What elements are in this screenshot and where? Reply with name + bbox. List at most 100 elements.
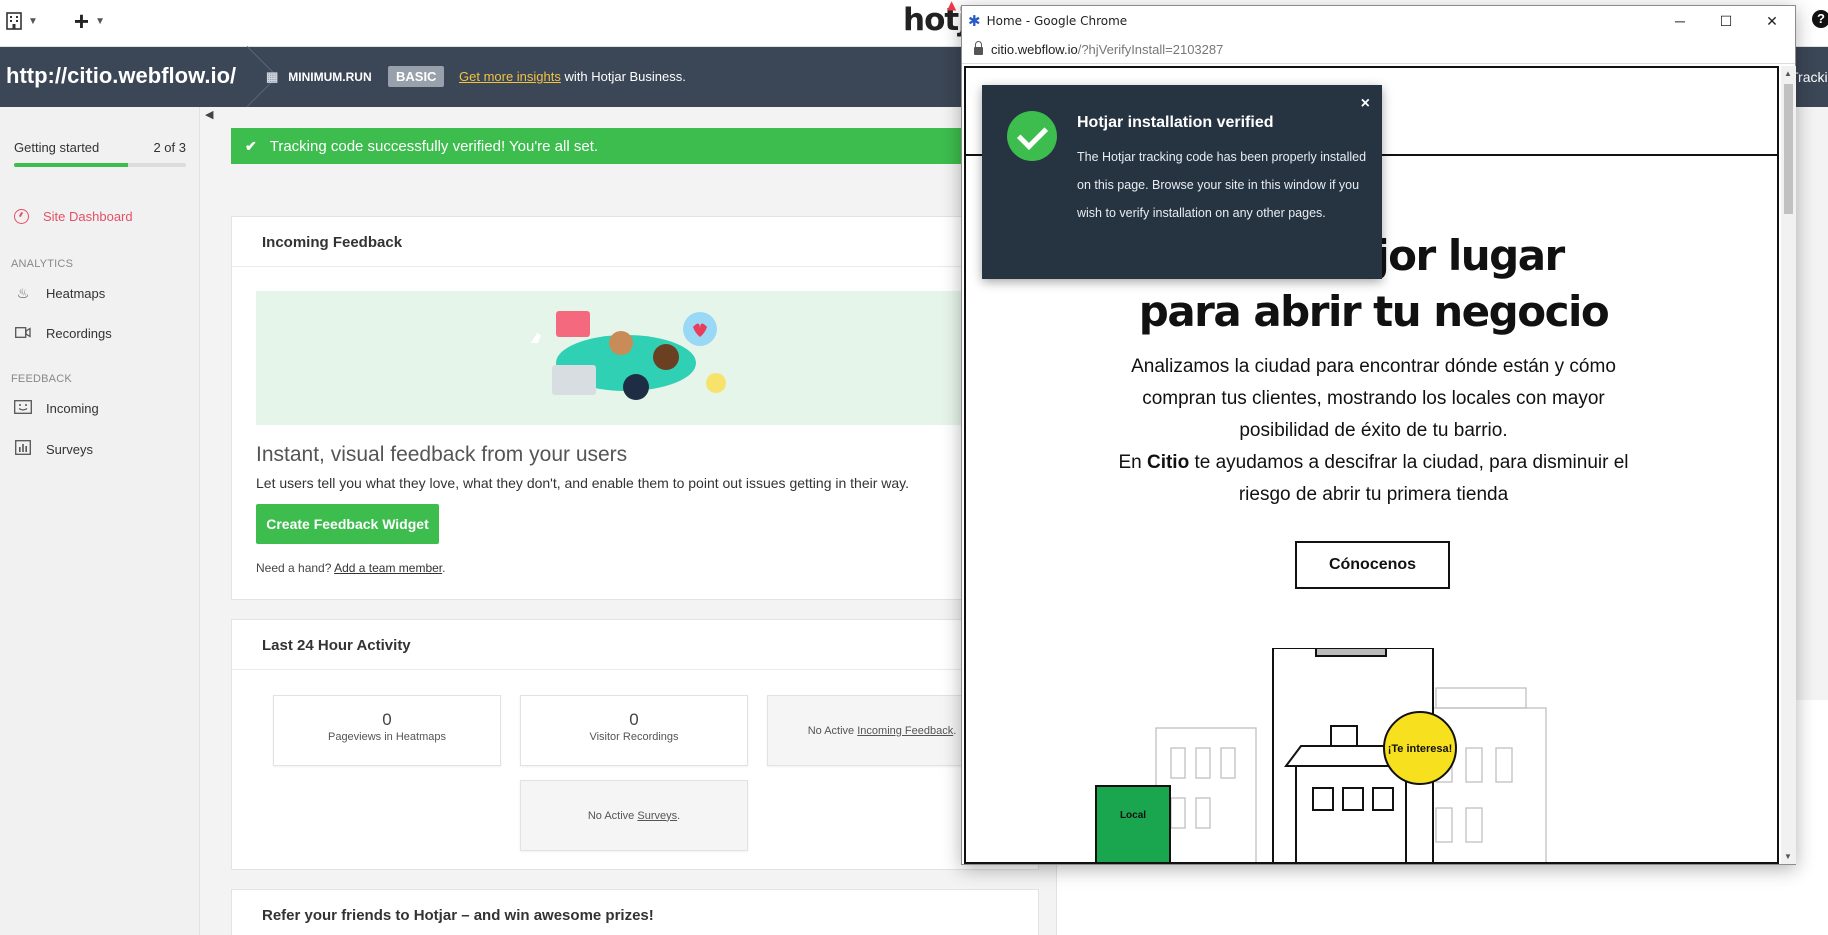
incoming-feedback-card: Incoming Feedback Instant, visual feedba… xyxy=(231,216,1039,600)
card-title: Last 24 Hour Activity xyxy=(232,620,1038,670)
plan-badge: BASIC xyxy=(388,66,445,87)
stat-prefix: No Active xyxy=(807,724,858,737)
page-scrollbar[interactable]: ▲ ▼ xyxy=(1781,66,1796,864)
close-icon[interactable]: × xyxy=(1361,95,1370,113)
sidebar-collapse-toggle[interactable]: ◀ xyxy=(205,108,213,121)
local-sign: Local xyxy=(1095,785,1171,862)
lock-icon xyxy=(974,41,983,55)
p2-prefix: En xyxy=(1118,452,1147,473)
stat-suffix: . xyxy=(953,724,957,737)
feedback-description: Let users tell you what they love, what … xyxy=(256,475,910,491)
scroll-thumb[interactable] xyxy=(1784,84,1793,214)
stat-prefix: No Active xyxy=(587,809,638,822)
p2-rest: te ayudamos a descifrar la ciudad, para … xyxy=(1189,452,1629,505)
building-icon: ▦ xyxy=(266,69,279,84)
recordings-stat[interactable]: 0 Visitor Recordings xyxy=(520,695,748,766)
org-name-label: MINIMUM.RUN xyxy=(288,70,372,84)
activity-card: Last 24 Hour Activity 0 Pageviews in Hea… xyxy=(231,619,1039,870)
address-bar[interactable]: citio.webflow.io/?hjVerifyInstall=210328… xyxy=(962,36,1795,64)
address-url: citio.webflow.io/?hjVerifyInstall=210328… xyxy=(991,42,1223,57)
sidebar-item-label: Surveys xyxy=(46,441,93,457)
add-team-member-link[interactable]: Add a team member xyxy=(334,561,442,575)
sidebar-item-incoming[interactable]: Incoming xyxy=(14,400,99,417)
help-line: Need a hand? Add a team member. xyxy=(256,561,445,575)
window-title: Home - Google Chrome xyxy=(986,14,1128,28)
hero-title-line2: para abrir tu negocio xyxy=(1138,287,1610,336)
toast-body: The Hotjar tracking code has been proper… xyxy=(1077,150,1367,220)
refer-card: Refer your friends to Hotjar – and win a… xyxy=(231,889,1039,935)
scroll-down-icon[interactable]: ▼ xyxy=(1784,852,1792,861)
hero-paragraph-1: Analizamos la ciudad para encontrar dónd… xyxy=(1131,356,1616,441)
maximize-button[interactable]: ☐ xyxy=(1703,6,1749,36)
stat-value: 0 xyxy=(382,710,392,729)
minimize-button[interactable]: ─ xyxy=(1657,6,1703,36)
card-title: Incoming Feedback xyxy=(232,217,1038,267)
incoming-feedback-icon xyxy=(14,400,32,417)
feedback-headline: Instant, visual feedback from your users xyxy=(256,443,628,466)
bar-chart-icon xyxy=(14,440,32,458)
top-left-tools: ▼ + ▼ xyxy=(6,8,105,34)
te-interesa-badge-label: ¡Te interesa! xyxy=(1388,743,1453,755)
upsell-text: Get more insights with Hotjar Business. xyxy=(459,69,686,84)
site-url[interactable]: http://citio.webflow.io/ xyxy=(6,63,236,89)
scroll-up-icon[interactable]: ▲ xyxy=(1784,69,1792,78)
close-button[interactable]: ✕ xyxy=(1749,6,1795,36)
chevron-down-icon: ▼ xyxy=(28,15,38,27)
card-title: Refer your friends to Hotjar – and win a… xyxy=(262,907,654,924)
org-switcher[interactable]: ▼ xyxy=(6,12,38,30)
upsell-suffix: with Hotjar Business. xyxy=(560,69,686,84)
help-button[interactable]: ? xyxy=(1812,10,1828,28)
sidebar-item-site-dashboard[interactable]: Site Dashboard xyxy=(14,209,133,224)
surveys-link[interactable]: Surveys xyxy=(637,810,677,822)
chevron-down-icon: ▼ xyxy=(95,15,105,27)
surveys-stat: No Active Surveys. xyxy=(520,780,748,851)
brand-name: Citio xyxy=(1146,452,1190,473)
flame-icon: ▲ xyxy=(947,0,956,12)
sidebar-item-label: Incoming xyxy=(46,401,99,416)
help-suffix: . xyxy=(442,561,446,575)
success-alert: ✔ Tracking code successfully verified! Y… xyxy=(231,128,1031,164)
video-camera-icon xyxy=(14,325,32,341)
address-path: /?hjVerifyInstall=2103287 xyxy=(1077,42,1224,57)
installation-verified-toast: Hotjar installation verified The Hotjar … xyxy=(982,85,1382,279)
sidebar-item-heatmaps[interactable]: ♨ Heatmaps xyxy=(14,285,106,302)
getting-started-count: 2 of 3 xyxy=(153,140,186,155)
progress-fill xyxy=(14,163,128,167)
building-icon xyxy=(6,12,22,30)
heatmap-icon: ♨ xyxy=(16,285,30,301)
local-sign-label: Local xyxy=(1120,810,1146,821)
sidebar-item-surveys[interactable]: Surveys xyxy=(14,440,93,458)
window-controls: ─ ☐ ✕ xyxy=(1657,6,1795,36)
stat-message: No Active Surveys. xyxy=(588,810,680,822)
dashboard-icon xyxy=(14,209,29,224)
alert-text: Tracking code successfully verified! You… xyxy=(269,137,599,155)
sidebar-item-label: Recordings xyxy=(46,325,112,341)
add-menu[interactable]: + ▼ xyxy=(74,8,105,34)
hero-paragraph-2: En Citio te ayudamos a descifrar la ciud… xyxy=(966,447,1777,511)
sidebar-item-recordings[interactable]: Recordings xyxy=(14,325,112,341)
breadcrumb-separator xyxy=(236,47,258,107)
stat-label: Pageviews in Heatmaps xyxy=(327,731,446,743)
city-illustration: ¡Te interesa! Local xyxy=(1095,648,1547,862)
sidebar: Getting started 2 of 3 Site Dashboard AN… xyxy=(0,107,200,935)
get-more-insights-link[interactable]: Get more insights xyxy=(459,69,561,84)
stat-message: No Active Incoming Feedback. xyxy=(808,725,957,737)
org-name[interactable]: ▦ MINIMUM.RUN xyxy=(266,69,372,85)
feedback-illustration-art xyxy=(531,311,726,400)
hotjar-favicon-icon: ✱ xyxy=(968,12,981,30)
stat-suffix: . xyxy=(677,809,681,822)
check-icon: ✔ xyxy=(245,137,257,154)
sidebar-item-label: Site Dashboard xyxy=(43,209,133,224)
conocenos-button[interactable]: Cónocenos xyxy=(1295,541,1450,589)
stat-value: 0 xyxy=(629,710,639,729)
incoming-feedback-link[interactable]: Incoming Feedback xyxy=(857,725,953,737)
address-host: citio.webflow.io xyxy=(991,42,1078,57)
plus-icon: + xyxy=(73,6,90,36)
pageviews-stat[interactable]: 0 Pageviews in Heatmaps xyxy=(273,695,501,766)
check-circle-icon xyxy=(1007,111,1057,161)
te-interesa-badge[interactable]: ¡Te interesa! xyxy=(1383,711,1457,785)
create-feedback-widget-button[interactable]: Create Feedback Widget xyxy=(256,504,439,544)
getting-started[interactable]: Getting started 2 of 3 xyxy=(14,140,186,167)
hero-body: Analizamos la ciudad para encontrar dónd… xyxy=(966,351,1777,511)
stat-label: Visitor Recordings xyxy=(589,731,679,743)
